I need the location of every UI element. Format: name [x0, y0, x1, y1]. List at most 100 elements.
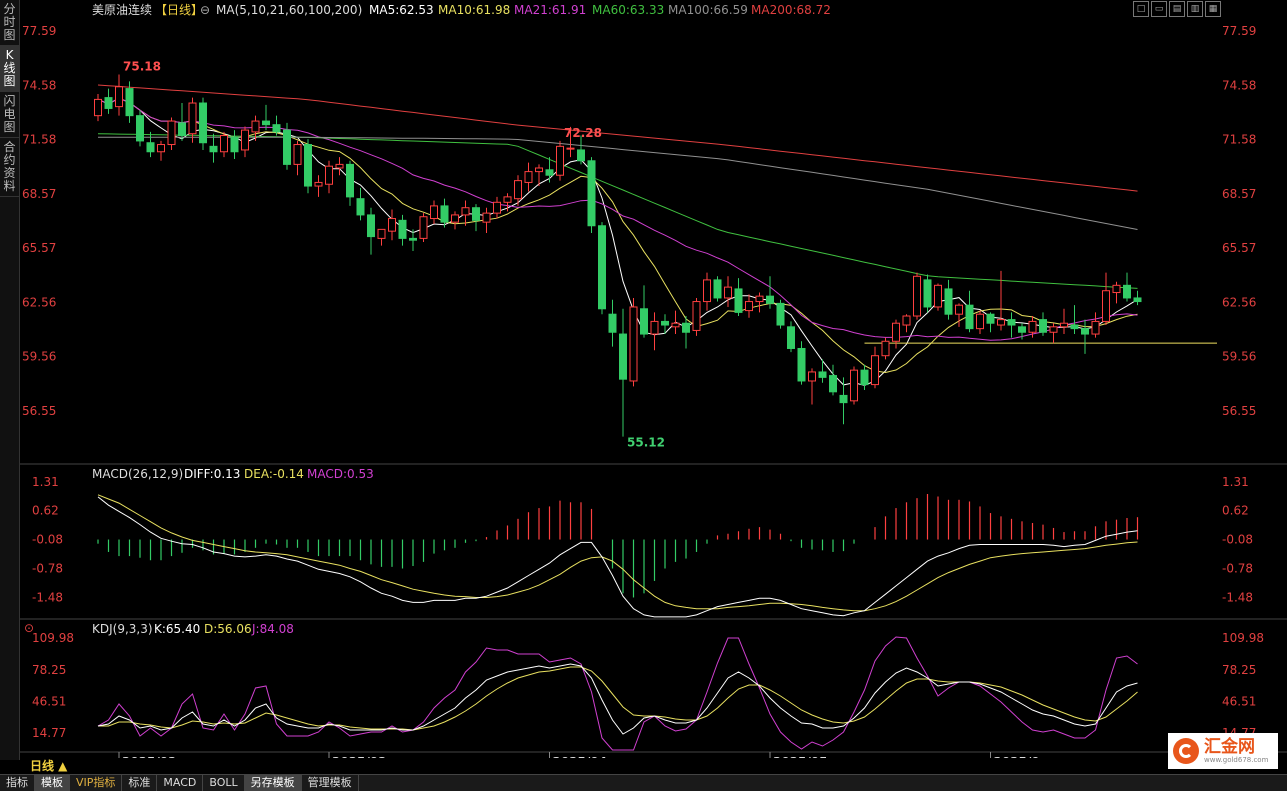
price-tick-left: 59.56 [22, 349, 56, 363]
candle-body [251, 120, 260, 133]
price-tick-right: 74.58 [1222, 78, 1256, 92]
candle-body [818, 371, 827, 378]
settings-icon[interactable]: ⊖ [200, 3, 210, 17]
candle-body [934, 284, 942, 308]
ma5-value: MA5:62.53 [369, 3, 434, 17]
candle-body [913, 275, 921, 317]
candle-body [167, 120, 176, 146]
tab-lightning-chart[interactable]: 闪电图 [0, 92, 19, 138]
candle-body [1133, 297, 1142, 303]
kdj-tick-right: 46.51 [1222, 694, 1256, 708]
candle-body [104, 97, 113, 109]
candle-body [692, 301, 701, 331]
candle-body [388, 218, 396, 232]
window-button-5[interactable]: ▦ [1205, 1, 1221, 17]
kdj-tick-left: 78.25 [32, 663, 66, 677]
macd-title: MACD(26,12,9) [92, 467, 183, 481]
ma10-line [97, 97, 1138, 374]
extreme-price-label: 55.12 [627, 436, 665, 450]
candle-body [566, 147, 575, 150]
candle-body [881, 340, 890, 357]
candle-body [430, 205, 438, 220]
candle-body [146, 142, 155, 153]
candle-body [976, 313, 984, 330]
macd-diff-value: DIFF:0.13 [184, 467, 240, 481]
candle-body [923, 279, 932, 308]
price-tick-right: 68.57 [1222, 187, 1256, 201]
ma21-value: MA21:61.91 [514, 3, 586, 17]
brand-logo: 汇金网 www.gold678.com [1168, 733, 1278, 769]
candle-body [871, 355, 879, 386]
candle-body [860, 369, 869, 386]
candle-body [482, 212, 491, 223]
candle-body [493, 201, 501, 214]
window-button-4[interactable]: ▥ [1187, 1, 1203, 17]
price-tick-right: 77.59 [1222, 24, 1256, 38]
candle-body [1123, 284, 1131, 299]
ma5-line [97, 97, 1138, 386]
window-button-3[interactable]: ▤ [1169, 1, 1185, 17]
candle-body [346, 163, 354, 198]
candle-body [703, 279, 711, 303]
period-selector[interactable]: 日线 ▲ [20, 758, 110, 774]
tab-vip-indicators[interactable]: VIP指标 [70, 775, 123, 791]
candle-body [1007, 319, 1016, 326]
candle-body [661, 320, 669, 326]
price-tick-left: 68.57 [22, 187, 56, 201]
candle-body [335, 163, 344, 169]
tab-save-template[interactable]: 另存模板 [244, 775, 302, 791]
candle-body [598, 225, 606, 310]
date-label: 2025/05 [773, 755, 827, 758]
kdj-k-line [97, 663, 1138, 735]
candle-body [1028, 320, 1037, 333]
macd-tick-left: -0.78 [32, 562, 63, 576]
candle-body [367, 214, 375, 238]
tab-manage-template[interactable]: 管理模板 [302, 775, 359, 791]
candle-body [955, 304, 963, 315]
candle-body [629, 306, 638, 382]
symbol-name: 美原油连续 [92, 2, 152, 17]
tab-standard[interactable]: 标准 [122, 775, 158, 791]
candle-body [713, 279, 722, 299]
price-tick-left: 65.57 [22, 241, 56, 255]
tab-boll[interactable]: BOLL [203, 775, 245, 791]
logo-url: www.gold678.com [1204, 756, 1269, 764]
candle-body [419, 216, 428, 239]
ma-spec: MA(5,10,21,60,100,200) [216, 3, 362, 17]
candle-body [272, 124, 281, 133]
candle-body [608, 313, 617, 333]
tab-templates[interactable]: 模板 [35, 775, 70, 791]
candle-body [1081, 328, 1089, 335]
candle-body [440, 205, 449, 223]
candle-body [545, 169, 554, 176]
price-tick-right: 59.56 [1222, 349, 1256, 363]
macd-tick-left: 0.62 [32, 504, 59, 518]
tab-time-chart[interactable]: 分时图 [0, 0, 19, 46]
candle-body [283, 129, 291, 165]
tab-kline-chart[interactable]: K线图 [0, 46, 19, 92]
window-button-2[interactable]: ▭ [1151, 1, 1167, 17]
candle-body [1049, 326, 1058, 333]
price-tick-left: 71.58 [22, 132, 56, 146]
tab-macd[interactable]: MACD [157, 775, 204, 791]
candle-body [178, 122, 186, 137]
kdj-tick-right: 78.25 [1222, 663, 1256, 677]
candle-body [199, 102, 207, 144]
candle-body [577, 149, 585, 162]
candle-body [839, 394, 848, 404]
candle-body [314, 181, 323, 187]
candle-body [776, 302, 785, 326]
candle-body [209, 145, 218, 153]
extreme-price-label: 75.18 [123, 60, 161, 74]
candle-body [304, 144, 312, 187]
ma200-line [97, 84, 1138, 192]
date-label: 2025/02 [122, 755, 176, 758]
chart-canvas[interactable]: 美原油连续 【日线】 ⊖ MA(5,10,21,60,100,200) MA5:… [20, 0, 1287, 758]
candle-body [1018, 326, 1026, 333]
tab-indicators[interactable]: 指标 [0, 775, 35, 791]
tab-contract-info[interactable]: 合约资料 [0, 138, 19, 197]
window-button-1[interactable]: □ [1133, 1, 1149, 17]
kdj-title: KDJ(9,3,3) [92, 622, 153, 636]
candle-body [451, 214, 459, 223]
candle-body [766, 295, 774, 304]
